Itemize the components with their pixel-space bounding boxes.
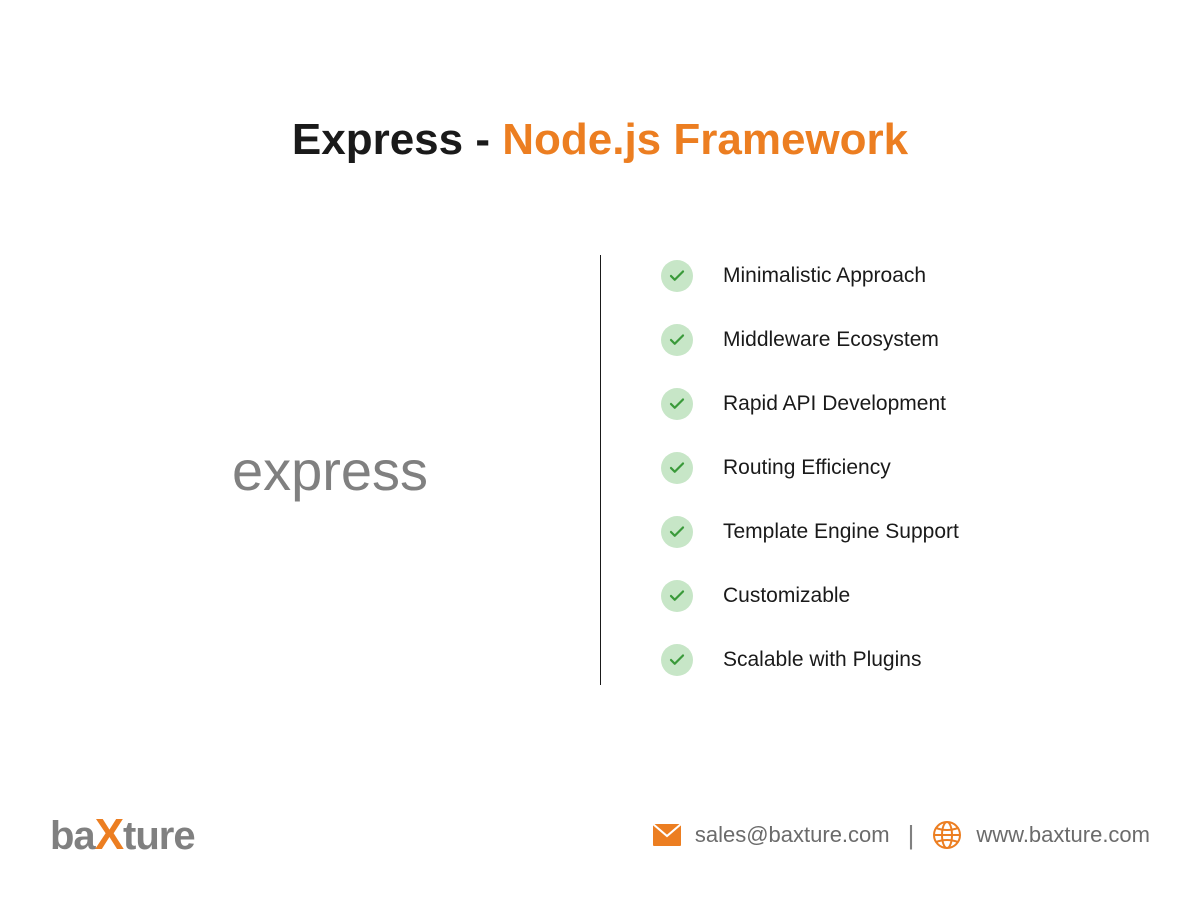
check-icon [661, 516, 693, 548]
check-icon [661, 260, 693, 292]
feature-label: Routing Efficiency [723, 456, 891, 480]
feature-label: Rapid API Development [723, 392, 946, 416]
list-item: Scalable with Plugins [661, 644, 1140, 676]
check-icon [661, 452, 693, 484]
footer: baXture sales@baxture.com | www.baxture.… [0, 810, 1200, 860]
check-icon [661, 644, 693, 676]
website-text: www.baxture.com [976, 822, 1150, 848]
website-item: www.baxture.com [932, 820, 1150, 850]
company-logo: baXture [50, 810, 195, 860]
express-logo: express [232, 438, 428, 503]
logo-part1: ba [50, 814, 95, 858]
logo-x: X [95, 810, 123, 859]
title-highlight: Node.js Framework [502, 115, 908, 164]
feature-label: Scalable with Plugins [723, 648, 921, 672]
list-item: Minimalistic Approach [661, 260, 1140, 292]
title-prefix: Express - [292, 115, 502, 164]
globe-icon [932, 820, 962, 850]
email-item: sales@baxture.com [653, 822, 890, 848]
features-panel: Minimalistic Approach Middleware Ecosyst… [601, 255, 1140, 708]
contact-info: sales@baxture.com | www.baxture.com [653, 820, 1150, 851]
check-icon [661, 324, 693, 356]
feature-label: Template Engine Support [723, 520, 959, 544]
logo-panel: express [60, 255, 600, 685]
feature-label: Customizable [723, 584, 850, 608]
list-item: Rapid API Development [661, 388, 1140, 420]
list-item: Template Engine Support [661, 516, 1140, 548]
feature-label: Minimalistic Approach [723, 264, 926, 288]
contact-separator: | [908, 820, 915, 851]
list-item: Middleware Ecosystem [661, 324, 1140, 356]
list-item: Customizable [661, 580, 1140, 612]
logo-part2: ture [123, 814, 195, 858]
page-title: Express - Node.js Framework [0, 0, 1200, 165]
check-icon [661, 580, 693, 612]
check-icon [661, 388, 693, 420]
feature-label: Middleware Ecosystem [723, 328, 939, 352]
email-text: sales@baxture.com [695, 822, 890, 848]
content-area: express Minimalistic Approach Middleware… [0, 255, 1200, 708]
list-item: Routing Efficiency [661, 452, 1140, 484]
mail-icon [653, 824, 681, 846]
